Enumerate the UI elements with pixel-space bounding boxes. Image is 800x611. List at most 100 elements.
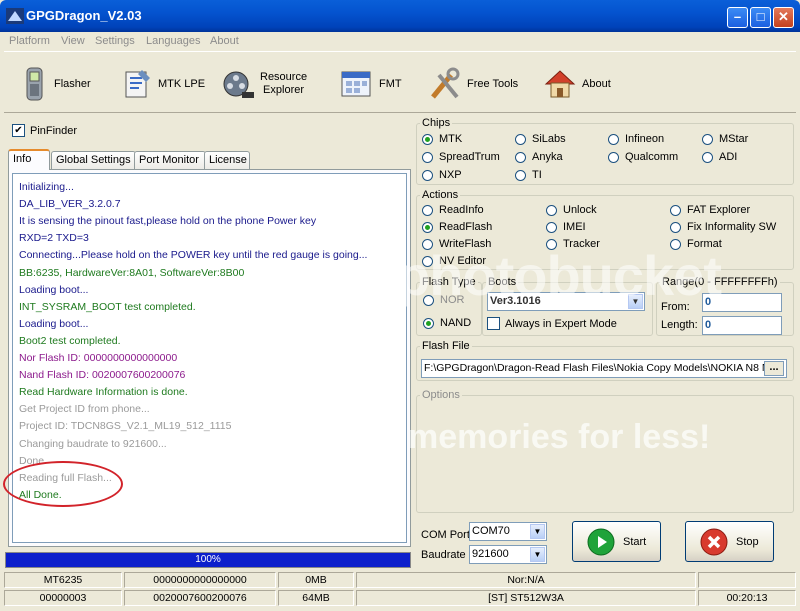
action-radio-unlock[interactable]: Unlock xyxy=(546,204,597,216)
status-nor-id: 0000000000000000 xyxy=(124,572,276,588)
range-group: Range(0 - FFFFFFFFh) From: 0 Length: 0 xyxy=(656,276,794,336)
action-radio-readflash[interactable]: ReadFlash xyxy=(422,221,492,233)
chip-radio-silabs[interactable]: SiLabs xyxy=(515,133,566,145)
action-radio-imei[interactable]: IMEI xyxy=(546,221,586,233)
log-line: Changing baudrate to 921600... xyxy=(19,437,167,450)
chip-radio-qualcomm[interactable]: Qualcomm xyxy=(608,151,678,163)
log-line: Nand Flash ID: 0020007600200076 xyxy=(19,369,186,382)
flash-file-label: Flash File xyxy=(420,340,472,352)
maximize-button[interactable]: □ xyxy=(750,7,771,28)
log-line: DA_LIB_VER_3.2.0.7 xyxy=(19,198,121,211)
radio-label: NOR xyxy=(440,294,465,306)
status-code: 00000003 xyxy=(4,590,122,606)
action-radio-format[interactable]: Format xyxy=(670,238,722,250)
flash-file-path-text: F:\GPGDragon\Dragon-Read Flash Files\Nok… xyxy=(424,362,770,374)
flasher-button[interactable]: Flasher xyxy=(22,64,91,104)
chip-radio-infineon[interactable]: Infineon xyxy=(608,133,664,145)
radio-button-icon xyxy=(670,204,681,216)
close-button[interactable]: ✕ xyxy=(773,7,794,28)
tab-global-settings[interactable]: Global Settings xyxy=(51,151,136,169)
boots-select[interactable]: Ver3.1016 ▼ xyxy=(487,292,645,311)
radio-button-icon xyxy=(422,255,433,267)
log-line: Read Hardware Information is done. xyxy=(19,386,188,399)
chips-label: Chips xyxy=(420,117,453,129)
chip-radio-anyka[interactable]: Anyka xyxy=(515,151,563,163)
action-radio-fat-explorer[interactable]: FAT Explorer xyxy=(670,204,750,216)
toolbar-label: About xyxy=(582,78,611,90)
dropdown-arrow-icon[interactable]: ▼ xyxy=(530,547,545,562)
radio-button-icon xyxy=(422,221,433,233)
dropdown-arrow-icon[interactable]: ▼ xyxy=(628,294,643,309)
title-bar[interactable]: GPGDragon_V2.03 – □ ✕ xyxy=(0,0,800,32)
chip-radio-mtk[interactable]: MTK xyxy=(422,133,462,145)
menu-settings[interactable]: Settings xyxy=(95,32,135,50)
stop-button[interactable]: Stop xyxy=(685,521,774,562)
resource-explorer-button[interactable]: Resource Explorer xyxy=(222,64,307,104)
radio-button-icon xyxy=(546,238,557,250)
log-line: Project ID: TDCN8GS_V2.1_ML19_512_1115 xyxy=(19,420,232,433)
actions-label: Actions xyxy=(420,189,461,201)
length-value: 0 xyxy=(705,319,712,331)
baudrate-select[interactable]: 921600 ▼ xyxy=(469,545,547,564)
status-ram: 0MB xyxy=(278,572,354,588)
menu-about[interactable]: About xyxy=(210,32,239,50)
chip-radio-spreadtrum[interactable]: SpreadTrum xyxy=(422,151,500,163)
status-flash-model: [ST] ST512W3A xyxy=(356,590,696,606)
minimize-button[interactable]: – xyxy=(727,7,748,28)
radio-nor[interactable]: NOR xyxy=(423,294,464,306)
checkbox-checked-icon[interactable]: ✔ xyxy=(12,124,25,137)
chip-radio-nxp[interactable]: NXP xyxy=(422,169,462,181)
radio-label: SiLabs xyxy=(532,133,566,145)
tab-license[interactable]: License xyxy=(204,151,250,169)
radio-label: Infineon xyxy=(625,133,665,145)
log-line: RXD=2 TXD=3 xyxy=(19,232,89,245)
status-flash-size: 64MB xyxy=(278,590,354,606)
chip-radio-adi[interactable]: ADI xyxy=(702,151,737,163)
radio-button-icon xyxy=(515,133,526,145)
radio-label: ADI xyxy=(719,151,738,163)
about-button[interactable]: About xyxy=(544,64,611,104)
action-radio-nv-editor[interactable]: NV Editor xyxy=(422,255,486,267)
radio-label: Anyka xyxy=(532,151,563,163)
menu-bar: Platform View Settings Languages About xyxy=(4,32,796,51)
range-label: Range(0 - FFFFFFFFh) xyxy=(660,276,780,288)
toolbar-label: Resource Explorer xyxy=(260,71,308,96)
baudrate-value: 921600 xyxy=(472,548,509,560)
app-icon xyxy=(6,8,24,24)
flash-type-label: Flash Type xyxy=(420,276,478,288)
radio-label: WriteFlash xyxy=(439,238,492,250)
action-radio-fix-informality-sw[interactable]: Fix Informality SW xyxy=(670,221,776,233)
length-input[interactable]: 0 xyxy=(702,316,782,335)
flash-type-group: Flash Type NOR NAND xyxy=(416,276,482,336)
radio-nand[interactable]: NAND xyxy=(423,317,471,329)
start-button[interactable]: Start xyxy=(572,521,661,562)
tab-info[interactable]: Info xyxy=(8,149,50,170)
from-input[interactable]: 0 xyxy=(702,293,782,312)
menu-platform[interactable]: Platform xyxy=(9,32,50,50)
pinfinder-checkbox[interactable]: ✔ PinFinder xyxy=(12,124,77,137)
com-port-select[interactable]: COM70 ▼ xyxy=(469,522,547,541)
browse-button[interactable]: ... xyxy=(764,361,784,376)
fmt-button[interactable]: FMT xyxy=(339,64,402,104)
calendar-icon xyxy=(341,71,371,97)
action-radio-readinfo[interactable]: ReadInfo xyxy=(422,204,484,216)
stop-icon xyxy=(700,528,728,555)
radio-label: FAT Explorer xyxy=(687,204,751,216)
chip-radio-ti[interactable]: TI xyxy=(515,169,542,181)
radio-button-icon xyxy=(422,169,433,181)
boots-label: Boots xyxy=(486,276,519,288)
checkbox-unchecked-icon[interactable] xyxy=(487,317,500,330)
expert-mode-checkbox[interactable]: Always in Expert Mode xyxy=(487,317,617,330)
dropdown-arrow-icon[interactable]: ▼ xyxy=(530,524,545,539)
chip-radio-mstar[interactable]: MStar xyxy=(702,133,748,145)
flash-file-path[interactable]: F:\GPGDragon\Dragon-Read Flash Files\Nok… xyxy=(421,359,787,378)
log-line: Nor Flash ID: 0000000000000000 xyxy=(19,352,178,364)
tab-port-monitor[interactable]: Port Monitor xyxy=(134,151,206,169)
action-radio-tracker[interactable]: Tracker xyxy=(546,238,600,250)
mtk-lpe-button[interactable]: MTK LPE xyxy=(122,64,205,104)
menu-view[interactable]: View xyxy=(61,32,85,50)
com-port-value: COM70 xyxy=(472,525,510,537)
menu-languages[interactable]: Languages xyxy=(146,32,200,50)
action-radio-writeflash[interactable]: WriteFlash xyxy=(422,238,491,250)
free-tools-button[interactable]: Free Tools xyxy=(429,64,518,104)
